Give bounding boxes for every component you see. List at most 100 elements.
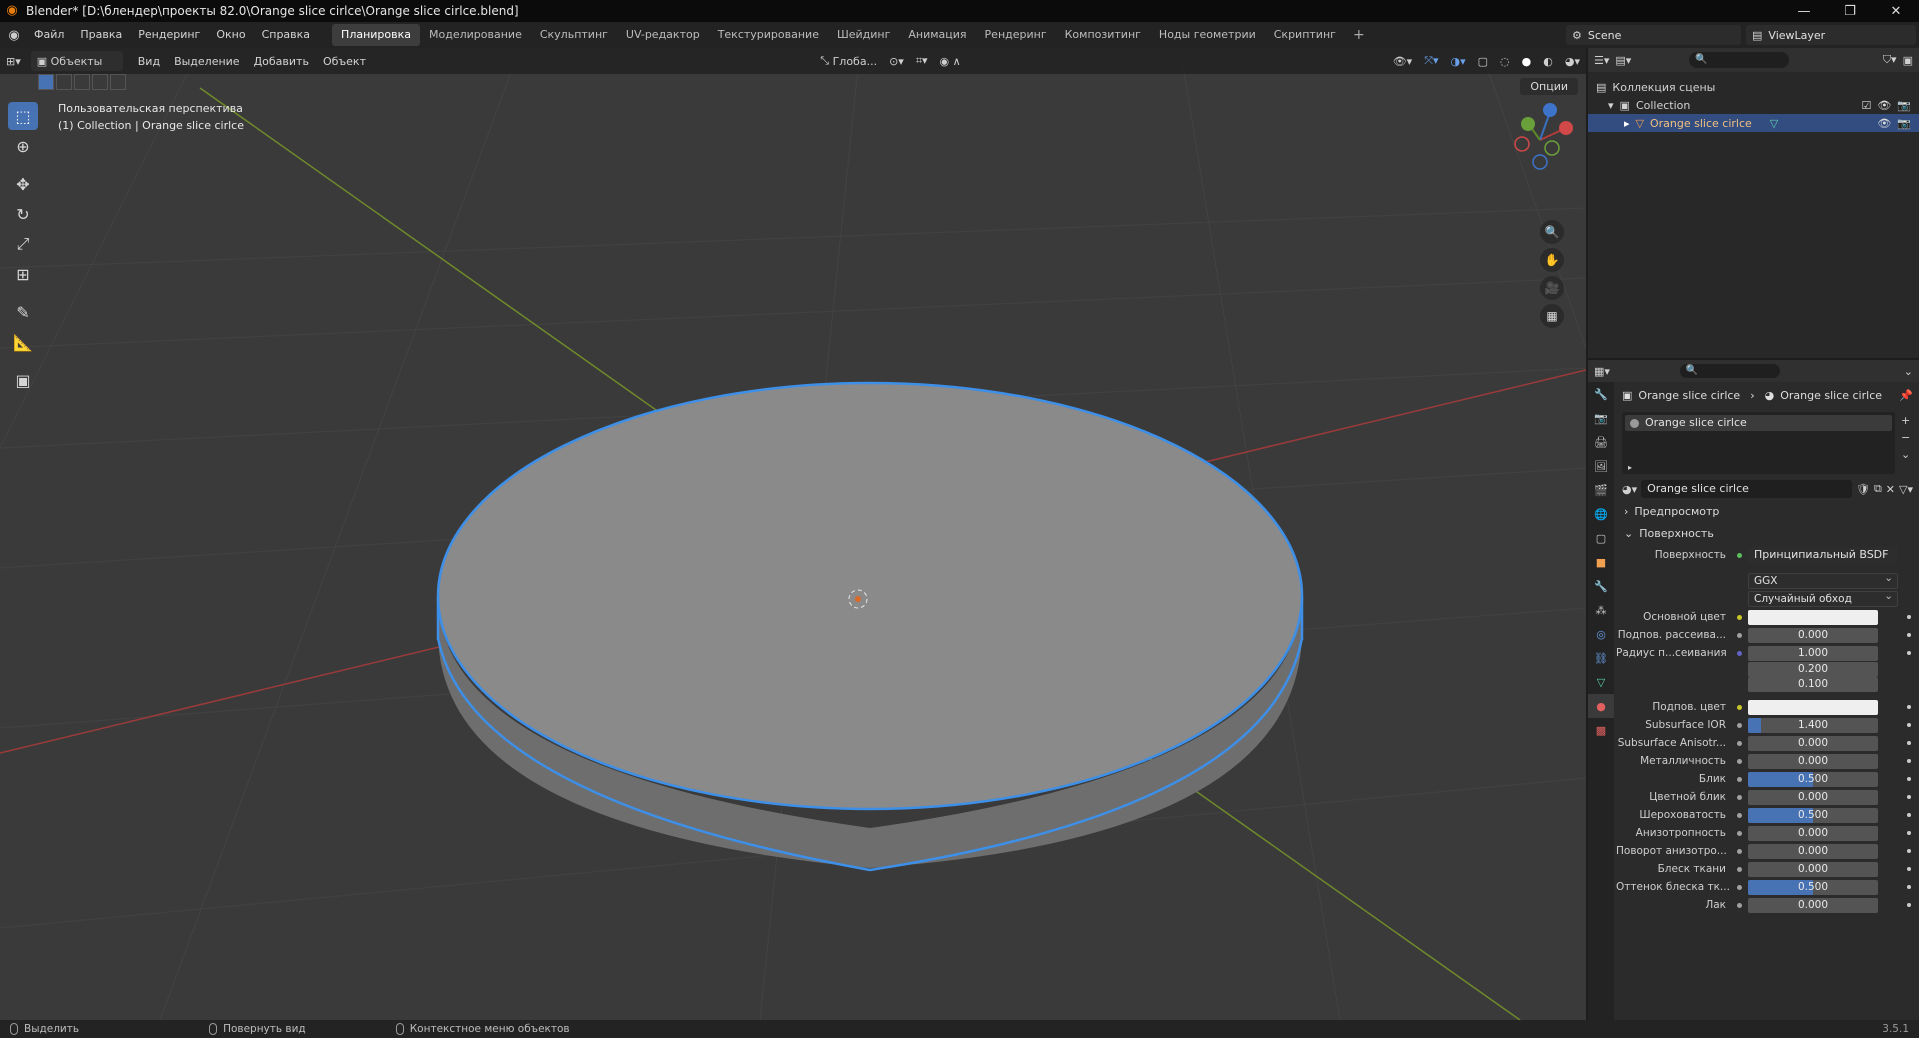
- camera-view-icon[interactable]: 🎥: [1540, 276, 1564, 300]
- keyframe-dot-icon[interactable]: [1907, 777, 1911, 781]
- view-layer-tab-icon[interactable]: 🖼: [1588, 454, 1614, 478]
- socket-icon[interactable]: [1734, 792, 1744, 802]
- restore-button[interactable]: ❐: [1827, 0, 1873, 22]
- unlink-material-icon[interactable]: ✕: [1886, 483, 1895, 496]
- render-tab-icon[interactable]: 📷: [1588, 406, 1614, 430]
- browse-material-icon[interactable]: ◕▾: [1622, 483, 1637, 496]
- particles-tab-icon[interactable]: ⁂: [1588, 598, 1614, 622]
- world-tab-icon[interactable]: 🌐: [1588, 502, 1614, 526]
- modifier-tab-icon[interactable]: 🔧: [1588, 574, 1614, 598]
- distribution-dropdown[interactable]: GGX: [1748, 571, 1898, 589]
- socket-icon[interactable]: [1734, 648, 1744, 658]
- scene-selector[interactable]: ⚙ Scene: [1566, 25, 1741, 45]
- color-swatch[interactable]: [1748, 699, 1878, 715]
- select-extend-icon[interactable]: [56, 74, 72, 90]
- socket-icon[interactable]: [1734, 882, 1744, 892]
- numeric-field[interactable]: 0.500: [1748, 807, 1878, 823]
- socket-icon[interactable]: [1734, 612, 1744, 622]
- close-button[interactable]: ✕: [1873, 0, 1919, 22]
- render-camera-icon[interactable]: 📷: [1897, 117, 1911, 130]
- blender-menu-icon[interactable]: ◉: [2, 28, 26, 43]
- slot-menu-icon[interactable]: ⌄: [1901, 448, 1919, 461]
- menu-edit[interactable]: Правка: [72, 22, 130, 48]
- output-tab-icon[interactable]: 🖨: [1588, 430, 1614, 454]
- socket-icon[interactable]: [1734, 738, 1744, 748]
- numeric-field[interactable]: 0.000: [1748, 843, 1878, 859]
- collection-tab-icon[interactable]: ▢: [1588, 526, 1614, 550]
- keyframe-dot-icon[interactable]: [1907, 615, 1911, 619]
- minimize-button[interactable]: —: [1781, 0, 1827, 22]
- proportional-editing-icon[interactable]: ◉ ∧: [934, 51, 967, 71]
- color-swatch[interactable]: [1748, 609, 1878, 625]
- numeric-field[interactable]: 0.000: [1748, 825, 1878, 841]
- expand-arrow-icon[interactable]: ▸: [1624, 117, 1630, 130]
- socket-icon[interactable]: [1734, 665, 1744, 675]
- surface-shader-field[interactable]: Принципиальный BSDF: [1748, 547, 1898, 563]
- overlay-toggle-icon[interactable]: ◑▾: [1445, 51, 1472, 71]
- expand-arrow-icon[interactable]: ▾: [1608, 99, 1614, 112]
- properties-options-icon[interactable]: ⌄: [1904, 365, 1913, 378]
- add-slot-button[interactable]: +: [1901, 414, 1919, 427]
- numeric-field[interactable]: 0.000: [1748, 735, 1878, 751]
- shading-wireframe-icon[interactable]: ◌: [1494, 51, 1516, 71]
- move-tool-icon[interactable]: ✥: [8, 170, 38, 198]
- snap-icon[interactable]: ⌗▾: [910, 51, 934, 71]
- constraints-tab-icon[interactable]: ⛓: [1588, 646, 1614, 670]
- filter-icon[interactable]: ⛉▾: [1883, 53, 1897, 67]
- render-camera-icon[interactable]: 📷: [1897, 99, 1911, 112]
- remove-slot-button[interactable]: −: [1901, 431, 1919, 444]
- material-name-field[interactable]: Orange slice cirlce: [1641, 480, 1852, 498]
- socket-icon[interactable]: [1734, 846, 1744, 856]
- xray-toggle-icon[interactable]: ▢: [1472, 51, 1494, 71]
- numeric-field[interactable]: 0.000: [1748, 897, 1878, 913]
- visibility-eye-icon[interactable]: 👁: [1877, 117, 1891, 130]
- menu-render[interactable]: Рендеринг: [130, 22, 208, 48]
- panel-surface-header[interactable]: ⌄ Поверхность: [1616, 522, 1919, 544]
- numeric-field[interactable]: 0.000: [1748, 753, 1878, 769]
- keyframe-dot-icon[interactable]: [1907, 741, 1911, 745]
- socket-icon[interactable]: [1734, 900, 1744, 910]
- numeric-field[interactable]: 0.200: [1748, 662, 1878, 677]
- cursor-tool-icon[interactable]: ⊕: [8, 132, 38, 160]
- socket-icon[interactable]: [1734, 810, 1744, 820]
- duplicate-material-icon[interactable]: ⧉: [1874, 482, 1882, 496]
- scale-tool-icon[interactable]: ⤢: [8, 230, 38, 258]
- scene-tab-icon[interactable]: 🎬: [1588, 478, 1614, 502]
- tab-shading[interactable]: Шейдинг: [828, 24, 899, 46]
- pan-hand-icon[interactable]: ✋: [1540, 248, 1564, 272]
- mode-selector[interactable]: ▣ Объекты: [30, 51, 123, 71]
- transform-orientation-dropdown[interactable]: ⤡ Глоба...: [814, 51, 883, 71]
- keyframe-dot-icon[interactable]: [1907, 723, 1911, 727]
- tab-geometry-nodes[interactable]: Ноды геометрии: [1150, 24, 1265, 46]
- tab-scripting[interactable]: Скриптинг: [1265, 24, 1345, 46]
- subsurface-method-dropdown[interactable]: Случайный обход: [1748, 589, 1898, 607]
- rotate-tool-icon[interactable]: ↻: [8, 200, 38, 228]
- menu-add[interactable]: Добавить: [247, 55, 316, 68]
- keyframe-dot-icon[interactable]: [1907, 651, 1911, 655]
- numeric-field[interactable]: 1.400: [1748, 717, 1878, 733]
- keyframe-dot-icon[interactable]: [1907, 813, 1911, 817]
- material-slot-item[interactable]: Orange slice cirlce: [1625, 415, 1892, 431]
- keyframe-dot-icon[interactable]: [1907, 705, 1911, 709]
- outliner-object-row[interactable]: ▸ ▽ Orange slice cirlce ▽ 👁 📷: [1588, 114, 1919, 132]
- texture-tab-icon[interactable]: ▩: [1588, 718, 1614, 742]
- socket-icon[interactable]: [1734, 774, 1744, 784]
- keyframe-dot-icon[interactable]: [1907, 795, 1911, 799]
- mesh-data-icon[interactable]: ▽: [1770, 117, 1778, 130]
- shading-rendered-icon[interactable]: ◕▾: [1559, 51, 1586, 71]
- material-tab-icon[interactable]: ●: [1588, 694, 1614, 718]
- keyframe-dot-icon[interactable]: [1907, 867, 1911, 871]
- keyframe-dot-icon[interactable]: [1907, 831, 1911, 835]
- menu-view[interactable]: Вид: [131, 55, 167, 68]
- tab-modeling[interactable]: Моделирование: [420, 24, 531, 46]
- keyframe-dot-icon[interactable]: [1907, 759, 1911, 763]
- outliner-editor-type-icon[interactable]: ☰▾: [1594, 54, 1609, 67]
- annotate-tool-icon[interactable]: ✎: [8, 298, 38, 326]
- tab-sculpting[interactable]: Скульптинг: [531, 24, 617, 46]
- menu-window[interactable]: Окно: [208, 22, 253, 48]
- editor-type-icon[interactable]: ⊞▾: [0, 51, 27, 71]
- menu-file[interactable]: Файл: [26, 22, 72, 48]
- properties-editor-type-icon[interactable]: ▦▾: [1594, 365, 1610, 378]
- menu-help[interactable]: Справка: [254, 22, 318, 48]
- select-new-icon[interactable]: [38, 74, 54, 90]
